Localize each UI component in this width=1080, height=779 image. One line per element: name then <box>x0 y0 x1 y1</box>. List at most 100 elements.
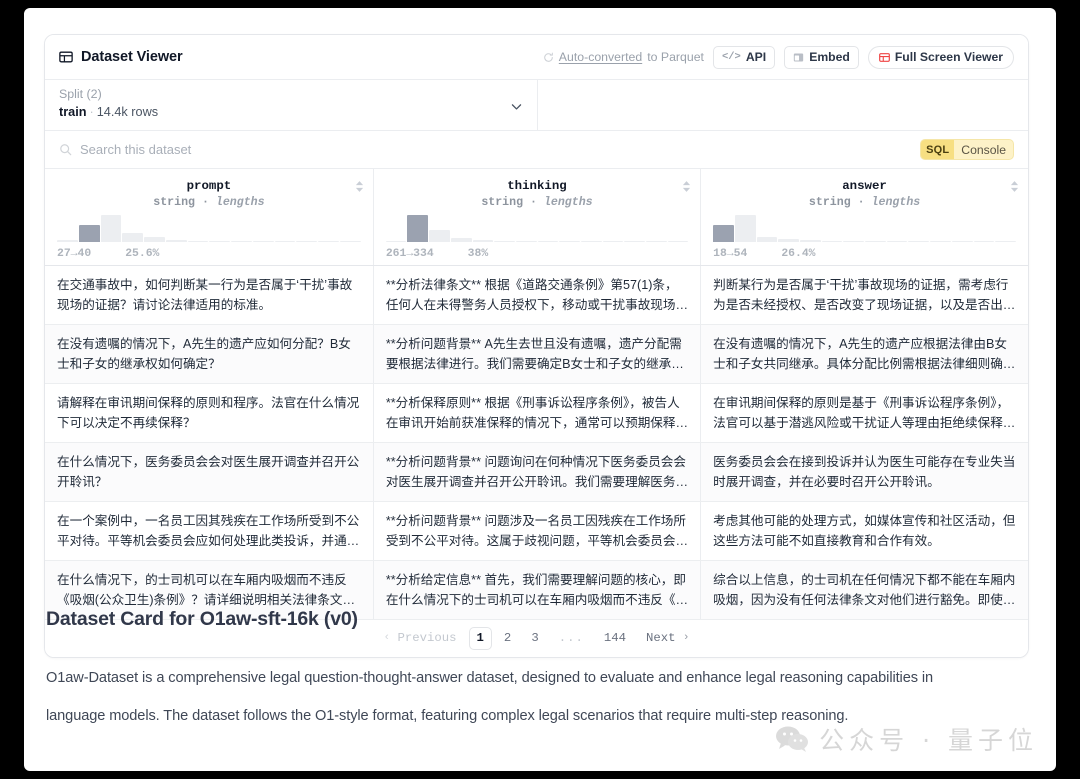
histogram-footer: 27→40 25.6% <box>57 248 361 260</box>
column-type: string · lengths <box>153 196 265 209</box>
column-name: thinking <box>507 179 567 193</box>
column-type: string · lengths <box>808 196 921 209</box>
cell-text: 综合以上信息，的士司机在任何情况下都不能在车厢内吸烟，因为没有任何法律条文对他们… <box>713 572 1016 607</box>
sort-icon[interactable] <box>355 180 364 193</box>
embed-button[interactable]: Embed <box>784 45 859 69</box>
table-row[interactable]: 在什么情况下，医务委员会会对医生展开调查并召开公开聆讯？ **分析问题背景** … <box>45 442 1028 502</box>
histogram-footer: 18→54 26.4% <box>713 248 1016 260</box>
histogram-bar <box>951 240 973 242</box>
cell-text: 医务委员会会在接到投诉并认为医生可能存在专业失当时展开调查，并在必要时召开公开聆… <box>713 454 1016 489</box>
sort-icon[interactable] <box>682 180 691 193</box>
column-name: answer <box>842 179 887 193</box>
histogram-bar <box>930 240 951 242</box>
histogram-bar <box>624 240 645 242</box>
split-value: train · 14.4k rows <box>59 103 523 121</box>
column-histogram <box>713 214 1016 242</box>
table-body: 在交通事故中，如何判断某一行为是否属于‘干扰’事故现场的证据？请讨论法律适用的标… <box>45 265 1028 620</box>
column-header-prompt[interactable]: prompt string · lengths 27→40 25.6% <box>45 169 374 266</box>
cell-text: 在交通事故中，如何判断某一行为是否属于‘干扰’事故现场的证据？请讨论法律适用的标… <box>57 277 353 312</box>
full-screen-viewer-button[interactable]: Full Screen Viewer <box>867 45 1014 69</box>
cell-text: 在一个案例中，一名员工因其残疾在工作场所受到不公平对待。平等机会委员会应如何处理… <box>57 513 360 548</box>
chevron-down-icon <box>510 100 523 113</box>
dataset-card-title: Dataset Card for O1aw-sft-16k (v0) <box>46 608 358 630</box>
table-row[interactable]: 在没有遗嘱的情况下，A先生的遗产应如何分配？B女士和子女的继承权如何确定？ **… <box>45 324 1028 384</box>
dataset-table: prompt string · lengths 27→40 25.6% thin… <box>45 169 1028 620</box>
split-selector[interactable]: Split (2) train · 14.4k rows <box>45 80 538 130</box>
cell-thinking[interactable]: **分析保释原则** 根据《刑事诉讼程序条例》，被告人在审讯开始前获准保释的情况… <box>373 383 702 443</box>
split-bar-filler <box>538 80 1028 130</box>
column-type-suffix: lengths <box>543 196 593 209</box>
histogram-bar <box>429 229 450 242</box>
histogram-bar <box>209 240 231 242</box>
table-row[interactable]: 在交通事故中，如何判断某一行为是否属于‘干扰’事故现场的证据？请讨论法律适用的标… <box>45 265 1028 325</box>
code-icon: </> <box>721 51 741 63</box>
table-row[interactable]: 在一个案例中，一名员工因其残疾在工作场所受到不公平对待。平等机会委员会应如何处理… <box>45 501 1028 561</box>
cell-answer[interactable]: 在没有遗嘱的情况下，A先生的遗产应根据法律由B女士和子女共同继承。具体分配比例需… <box>700 324 1028 384</box>
viewer-header-actions: Auto-converted to Parquet </> API Embed … <box>543 45 1014 69</box>
histogram-percent: 38% <box>467 247 489 260</box>
cell-prompt[interactable]: 在什么情况下，医务委员会会对医生展开调查并召开公开聆讯？ <box>45 442 374 502</box>
cell-answer[interactable]: 判断某行为是否属于‘干扰’事故现场的证据，需考虑行为是否未经授权、是否改变了现场… <box>700 265 1028 325</box>
cell-text: **分析问题背景** 问题涉及一名员工因残疾在工作场所受到不公平对待。这属于歧视… <box>385 513 689 548</box>
histogram-bar <box>799 239 821 242</box>
histogram-bar <box>515 240 537 242</box>
column-type-text: string <box>808 196 851 209</box>
histogram-bar <box>318 240 339 242</box>
cell-prompt[interactable]: 在一个案例中，一名员工因其残疾在工作场所受到不公平对待。平等机会委员会应如何处理… <box>45 501 374 561</box>
dataset-card-section: Dataset Card for O1aw-sft-16k (v0) O1aw-… <box>46 608 986 735</box>
cell-prompt[interactable]: 在没有遗嘱的情况下，A先生的遗产应如何分配？B女士和子女的继承权如何确定？ <box>45 324 374 384</box>
auto-converted-link[interactable]: Auto-converted <box>559 50 642 64</box>
auto-converted-note: Auto-converted to Parquet <box>543 50 704 64</box>
histogram-bar <box>450 237 472 242</box>
cell-text: **分析问题背景** A先生去世且没有遗嘱，遗产分配需要根据法律进行。我们需要确… <box>385 336 682 371</box>
cell-text: **分析问题背景** 问题询问在何种情况下医务委员会会对医生展开调查并召开公开聆… <box>385 454 689 489</box>
column-type-suffix: lengths <box>215 196 265 209</box>
cell-text: 判断某行为是否属于‘干扰’事故现场的证据，需考虑行为是否未经授权、是否改变了现场… <box>713 277 1016 312</box>
cell-prompt[interactable]: 在交通事故中，如何判断某一行为是否属于‘干扰’事故现场的证据？请讨论法律适用的标… <box>45 265 374 325</box>
histogram-bar <box>339 240 361 242</box>
cell-answer[interactable]: 考虑其他可能的处理方式，如媒体宣传和社区活动，但这些方法可能不如直接教育和合作有… <box>700 501 1028 561</box>
cell-thinking[interactable]: **分析问题背景** 问题询问在何种情况下医务委员会会对医生展开调查并召开公开聆… <box>373 442 702 502</box>
histogram-bar <box>908 240 930 242</box>
histogram-bar <box>537 240 559 242</box>
cell-text: 在什么情况下，的士司机可以在车厢内吸烟而不违反《吸烟(公众卫生)条例》？请详细说… <box>57 572 356 607</box>
sql-console-button[interactable]: SQL Console <box>920 139 1014 160</box>
page-sheet: Dataset Viewer Auto-converted to Parquet <box>24 8 1056 771</box>
cell-answer[interactable]: 医务委员会会在接到投诉并认为医生可能存在专业失当时展开调查，并在必要时召开公开聆… <box>700 442 1028 502</box>
full-screen-viewer-label: Full Screen Viewer <box>894 50 1003 64</box>
sort-icon[interactable] <box>1010 180 1019 193</box>
histogram-bar <box>122 232 144 242</box>
cell-text: 在审讯期间保释的原则是基于《刑事诉讼程序条例》，法官可以基于潜逃风险或干扰证人等… <box>713 395 1016 430</box>
histogram-bar <box>57 239 78 242</box>
cell-thinking[interactable]: **分析问题背景** A先生去世且没有遗嘱，遗产分配需要根据法律进行。我们需要确… <box>373 324 702 384</box>
sql-console-label: Console <box>961 142 1006 157</box>
histogram-bar <box>494 240 515 242</box>
api-button[interactable]: </> API <box>712 45 776 69</box>
column-header-thinking[interactable]: thinking string · lengths 261→334 38% <box>373 169 702 266</box>
dataset-card-paragraph: O1aw-Dataset is a comprehensive legal qu… <box>46 670 934 724</box>
column-header-answer[interactable]: answer string · lengths 18→54 26.4% <box>700 169 1028 266</box>
grid-icon <box>59 50 73 64</box>
column-type: string · lengths <box>481 196 593 209</box>
search-bar: SQL Console <box>45 131 1028 169</box>
cell-answer[interactable]: 在审讯期间保释的原则是基于《刑事诉讼程序条例》，法官可以基于潜逃风险或干扰证人等… <box>700 383 1028 443</box>
histogram-bar <box>144 236 165 242</box>
histogram-bar <box>756 236 778 242</box>
refresh-icon <box>543 52 554 63</box>
column-type-suffix: lengths <box>871 196 921 209</box>
histogram-bar <box>385 240 407 242</box>
cell-thinking[interactable]: **分析法律条文** 根据《道路交通条例》第57(1)条，任何人在未得警务人员授… <box>373 265 702 325</box>
split-value-rows: 14.4k rows <box>96 105 159 119</box>
viewer-header: Dataset Viewer Auto-converted to Parquet <box>45 35 1028 80</box>
histogram-range: 18→54 <box>713 247 748 260</box>
histogram-percent: 25.6% <box>125 247 160 260</box>
search-input[interactable] <box>80 142 921 157</box>
sql-badge: SQL <box>921 140 955 159</box>
histogram-bar <box>231 240 252 242</box>
cell-prompt[interactable]: 请解释在审讯期间保释的原则和程序。法官在什么情况下可以决定不再续保释？ <box>45 383 374 443</box>
split-label: Split (2) <box>59 87 102 101</box>
histogram-bar <box>973 240 995 242</box>
table-row[interactable]: 请解释在审讯期间保释的原则和程序。法官在什么情况下可以决定不再续保释？ **分析… <box>45 383 1028 443</box>
cell-text: **分析保释原则** 根据《刑事诉讼程序条例》，被告人在审讯开始前获准保释的情况… <box>385 395 689 430</box>
cell-thinking[interactable]: **分析问题背景** 问题涉及一名员工因残疾在工作场所受到不公平对待。这属于歧视… <box>373 501 702 561</box>
